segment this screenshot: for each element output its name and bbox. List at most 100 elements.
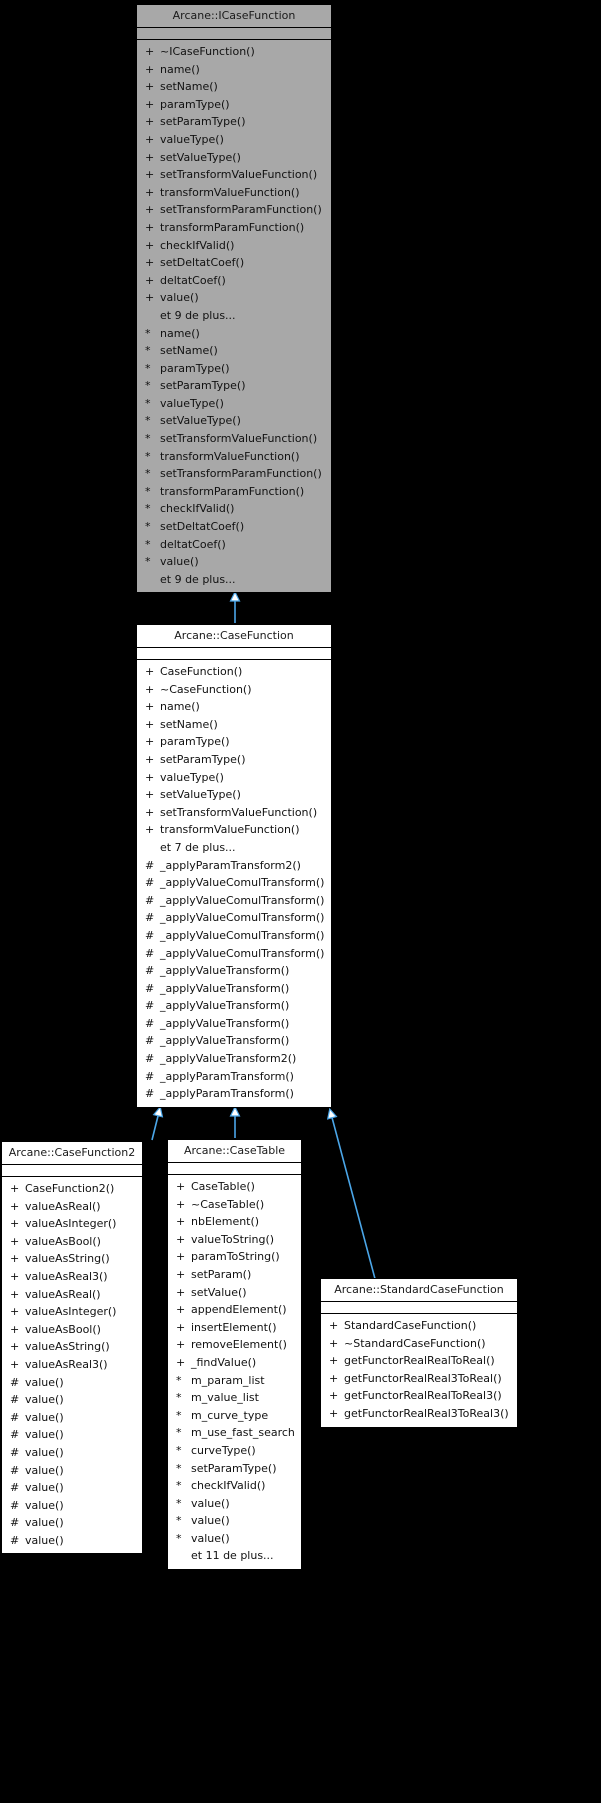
- class-member[interactable]: + nbElement(): [168, 1213, 301, 1231]
- class-member[interactable]: + valueAsInteger(): [2, 1215, 142, 1233]
- class-member[interactable]: * paramType(): [137, 360, 331, 378]
- class-box-standardcasefunction[interactable]: Arcane::StandardCaseFunction + StandardCa…: [320, 1278, 518, 1428]
- class-member[interactable]: # _applyValueComulTransform(): [137, 874, 331, 892]
- class-member[interactable]: # value(): [2, 1391, 142, 1409]
- class-member[interactable]: * valueType(): [137, 395, 331, 413]
- class-member[interactable]: * setTransformValueFunction(): [137, 430, 331, 448]
- class-member[interactable]: * setParamType(): [137, 377, 331, 395]
- class-member[interactable]: + insertElement(): [168, 1319, 301, 1337]
- class-member[interactable]: * m_use_fast_search: [168, 1424, 301, 1442]
- class-member[interactable]: # value(): [2, 1497, 142, 1515]
- class-member[interactable]: + valueType(): [137, 131, 331, 149]
- class-member[interactable]: + CaseFunction2(): [2, 1180, 142, 1198]
- class-member[interactable]: + valueAsInteger(): [2, 1303, 142, 1321]
- class-member[interactable]: + setParam(): [168, 1266, 301, 1284]
- class-member[interactable]: + ~CaseFunction(): [137, 681, 331, 699]
- class-member[interactable]: + setParamType(): [137, 113, 331, 131]
- class-member[interactable]: + name(): [137, 61, 331, 79]
- class-member[interactable]: + valueAsBool(): [2, 1321, 142, 1339]
- class-member[interactable]: * deltatCoef(): [137, 536, 331, 554]
- class-member[interactable]: + getFunctorRealReal3ToReal(): [321, 1370, 517, 1388]
- class-member[interactable]: + ~StandardCaseFunction(): [321, 1335, 517, 1353]
- class-member[interactable]: # _applyValueTransform(): [137, 962, 331, 980]
- class-member[interactable]: + paramType(): [137, 96, 331, 114]
- class-box-casetable[interactable]: Arcane::CaseTable + CaseTable() + ~CaseTabl…: [167, 1139, 302, 1571]
- class-member[interactable]: + valueAsBool(): [2, 1233, 142, 1251]
- class-member[interactable]: * setDeltatCoef(): [137, 518, 331, 536]
- class-member[interactable]: # value(): [2, 1374, 142, 1392]
- class-member[interactable]: * value(): [168, 1512, 301, 1530]
- class-box-casefunction2[interactable]: Arcane::CaseFunction2 + CaseFunction2() + v…: [1, 1141, 143, 1555]
- class-member[interactable]: * value(): [168, 1495, 301, 1513]
- class-member[interactable]: + _findValue(): [168, 1354, 301, 1372]
- class-member[interactable]: # value(): [2, 1426, 142, 1444]
- class-member[interactable]: # _applyValueTransform(): [137, 980, 331, 998]
- class-member[interactable]: * m_value_list: [168, 1389, 301, 1407]
- class-member[interactable]: + transformParamFunction(): [137, 219, 331, 237]
- class-member[interactable]: + paramType(): [137, 733, 331, 751]
- class-member[interactable]: # _applyValueTransform(): [137, 997, 331, 1015]
- class-member[interactable]: # _applyValueComulTransform(): [137, 945, 331, 963]
- class-member[interactable]: + valueAsString(): [2, 1250, 142, 1268]
- class-member[interactable]: + valueAsReal3(): [2, 1356, 142, 1374]
- class-member[interactable]: * checkIfValid(): [168, 1477, 301, 1495]
- class-member[interactable]: + paramToString(): [168, 1248, 301, 1266]
- class-member[interactable]: # value(): [2, 1532, 142, 1550]
- class-member[interactable]: # _applyValueComulTransform(): [137, 927, 331, 945]
- class-member[interactable]: * checkIfValid(): [137, 500, 331, 518]
- class-member[interactable]: + getFunctorRealRealToReal3(): [321, 1387, 517, 1405]
- class-member[interactable]: + CaseTable(): [168, 1178, 301, 1196]
- class-member[interactable]: + valueAsReal3(): [2, 1268, 142, 1286]
- class-member[interactable]: # _applyValueTransform2(): [137, 1050, 331, 1068]
- class-member[interactable]: # value(): [2, 1444, 142, 1462]
- class-member[interactable]: + setValueType(): [137, 786, 331, 804]
- class-member[interactable]: # _applyParamTransform(): [137, 1068, 331, 1086]
- class-member[interactable]: + CaseFunction(): [137, 663, 331, 681]
- class-member[interactable]: + transformValueFunction(): [137, 821, 331, 839]
- class-member[interactable]: + getFunctorRealReal3ToReal3(): [321, 1405, 517, 1423]
- class-member[interactable]: # value(): [2, 1479, 142, 1497]
- class-member[interactable]: + setTransformValueFunction(): [137, 804, 331, 822]
- class-member[interactable]: # _applyValueTransform(): [137, 1015, 331, 1033]
- class-member[interactable]: * curveType(): [168, 1442, 301, 1460]
- class-member[interactable]: # value(): [2, 1409, 142, 1427]
- class-member[interactable]: + ~ICaseFunction(): [137, 43, 331, 61]
- class-member[interactable]: + setValueType(): [137, 149, 331, 167]
- class-member[interactable]: + setTransformParamFunction(): [137, 201, 331, 219]
- class-member[interactable]: * m_param_list: [168, 1372, 301, 1390]
- class-member[interactable]: + valueAsReal(): [2, 1198, 142, 1216]
- class-member[interactable]: # value(): [2, 1514, 142, 1532]
- class-member[interactable]: # _applyParamTransform(): [137, 1085, 331, 1103]
- class-member[interactable]: # _applyValueComulTransform(): [137, 909, 331, 927]
- class-member[interactable]: + setName(): [137, 78, 331, 96]
- class-member[interactable]: + transformValueFunction(): [137, 184, 331, 202]
- class-member[interactable]: + name(): [137, 698, 331, 716]
- class-member[interactable]: * transformParamFunction(): [137, 483, 331, 501]
- class-member[interactable]: + checkIfValid(): [137, 237, 331, 255]
- class-member[interactable]: + setTransformValueFunction(): [137, 166, 331, 184]
- class-member[interactable]: + StandardCaseFunction(): [321, 1317, 517, 1335]
- class-member[interactable]: + valueType(): [137, 769, 331, 787]
- class-member[interactable]: # _applyValueTransform(): [137, 1032, 331, 1050]
- class-member[interactable]: + setDeltatCoef(): [137, 254, 331, 272]
- class-member[interactable]: * transformValueFunction(): [137, 448, 331, 466]
- class-member[interactable]: * setName(): [137, 342, 331, 360]
- class-member[interactable]: * setValueType(): [137, 412, 331, 430]
- class-member[interactable]: # _applyValueComulTransform(): [137, 892, 331, 910]
- class-box-casefunction[interactable]: Arcane::CaseFunction + CaseFunction() + ~Ca…: [136, 624, 332, 1108]
- class-member[interactable]: * setParamType(): [168, 1460, 301, 1478]
- class-member[interactable]: + appendElement(): [168, 1301, 301, 1319]
- class-member[interactable]: # value(): [2, 1462, 142, 1480]
- class-member[interactable]: + value(): [137, 289, 331, 307]
- class-member[interactable]: + ~CaseTable(): [168, 1196, 301, 1214]
- class-member[interactable]: * name(): [137, 325, 331, 343]
- class-member[interactable]: * m_curve_type: [168, 1407, 301, 1425]
- class-member[interactable]: + removeElement(): [168, 1336, 301, 1354]
- class-member[interactable]: + setValue(): [168, 1284, 301, 1302]
- class-member[interactable]: * setTransformParamFunction(): [137, 465, 331, 483]
- class-member[interactable]: + valueToString(): [168, 1231, 301, 1249]
- class-member[interactable]: + valueAsString(): [2, 1338, 142, 1356]
- class-member[interactable]: + deltatCoef(): [137, 272, 331, 290]
- class-member[interactable]: + setParamType(): [137, 751, 331, 769]
- class-member[interactable]: * value(): [137, 553, 331, 571]
